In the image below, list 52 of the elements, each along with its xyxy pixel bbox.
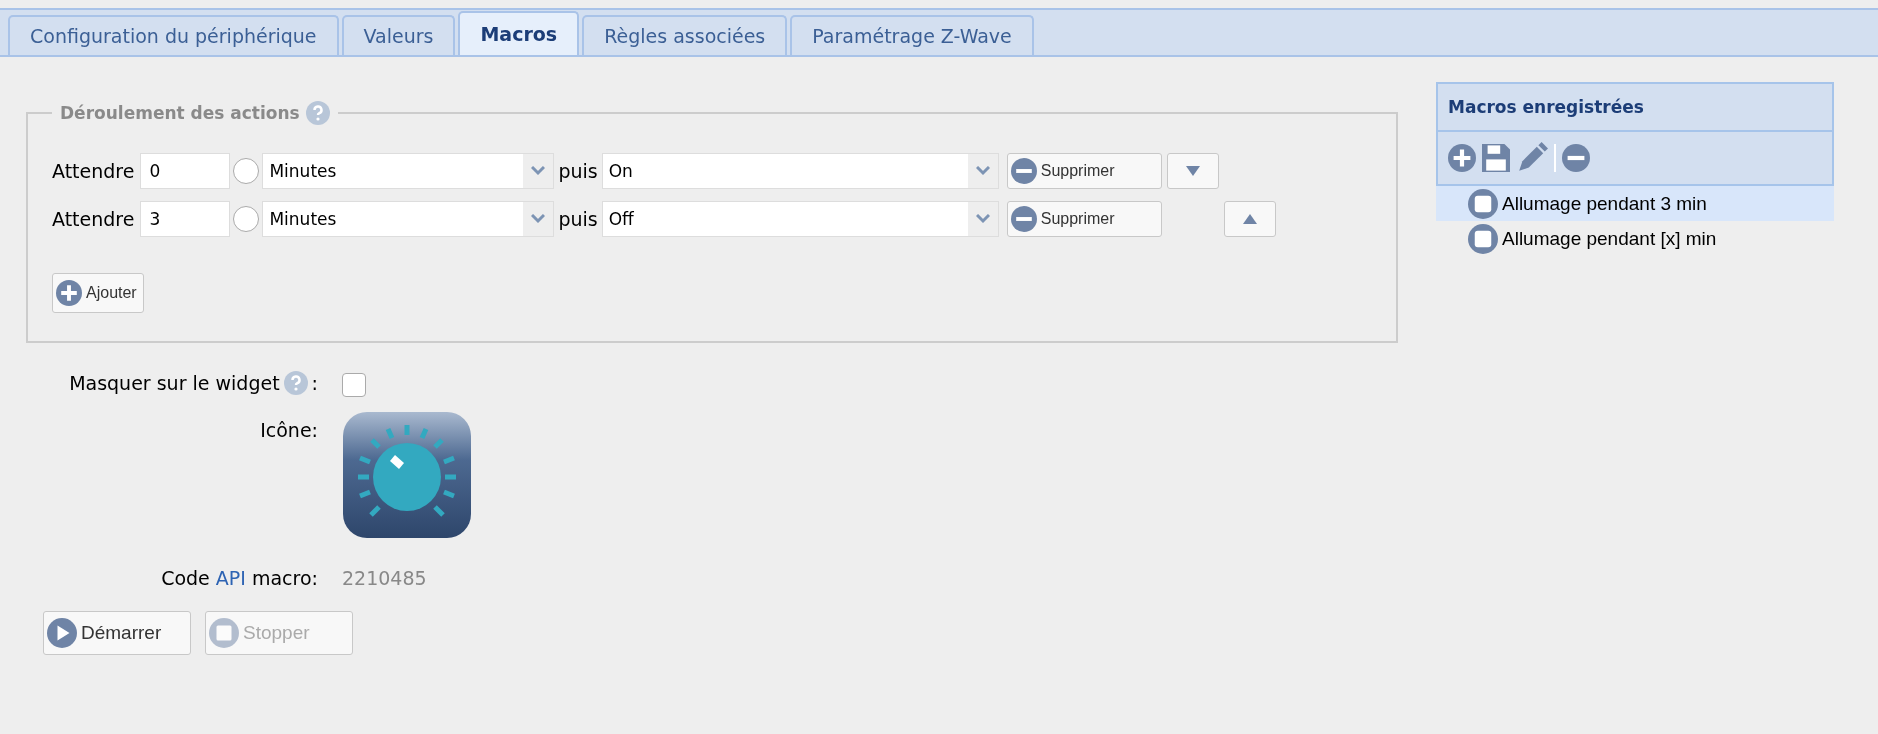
delete-button[interactable]: Supprimer <box>1006 201 1162 237</box>
triangle-up-icon <box>1241 213 1258 225</box>
macro-item[interactable]: Allumage pendant 3 min <box>1436 186 1834 221</box>
panel-title: Macros enregistrées <box>1436 82 1834 132</box>
api-code-label: Code API macro: <box>161 567 318 589</box>
tab[interactable]: Macros <box>458 11 580 55</box>
add-button[interactable]: Ajouter <box>52 273 144 313</box>
move-up-button[interactable] <box>1223 201 1276 237</box>
add-icon[interactable] <box>1448 144 1476 172</box>
tab[interactable]: Paramétrage Z-Wave <box>790 15 1034 55</box>
delete-button[interactable]: Supprimer <box>1006 153 1162 189</box>
plus-circle-icon <box>56 280 82 306</box>
colon-label: : <box>311 372 318 394</box>
then-label: puis <box>558 160 598 182</box>
icon-label: Icône: <box>260 419 318 441</box>
action-dropdown[interactable]: Off <box>601 201 999 237</box>
wait-label: Attendre <box>52 208 135 230</box>
chevron-down-icon <box>975 166 990 176</box>
chevron-down-icon <box>531 214 546 224</box>
save-icon[interactable] <box>1482 144 1510 172</box>
unit-dropdown[interactable]: Minutes <box>262 153 555 189</box>
api-code-value: 2210485 <box>342 567 428 589</box>
triangle-down-icon <box>1184 165 1201 177</box>
macro-icon <box>1468 188 1498 219</box>
checkbox[interactable] <box>342 373 366 397</box>
minus-circle-icon <box>1010 158 1037 184</box>
tab[interactable]: Règles associées <box>582 15 788 55</box>
tab[interactable]: Valeurs <box>341 15 456 55</box>
stop-icon <box>209 618 239 648</box>
tab[interactable]: Configuration du périphérique <box>8 15 339 55</box>
minus-circle-icon <box>1010 206 1037 232</box>
macro-icon <box>1468 223 1498 254</box>
move-down-button[interactable] <box>1166 153 1219 189</box>
unit-dropdown[interactable]: Minutes <box>262 201 555 237</box>
then-label: puis <box>558 208 598 230</box>
section-title: Déroulement des actions <box>60 103 300 123</box>
api-link[interactable]: API <box>215 567 246 589</box>
radio-button[interactable] <box>233 158 260 184</box>
delay-input[interactable]: 3 <box>140 201 231 237</box>
dial-icon[interactable] <box>342 411 472 539</box>
macro-item[interactable]: Allumage pendant [x] min <box>1436 221 1834 256</box>
delay-input[interactable]: 0 <box>140 153 231 189</box>
chevron-down-icon <box>975 214 990 224</box>
action-dropdown[interactable]: On <box>601 153 999 189</box>
play-icon <box>47 618 77 648</box>
start-button[interactable]: Démarrer <box>43 611 191 655</box>
pencil-icon[interactable] <box>1516 142 1548 174</box>
remove-icon[interactable] <box>1562 144 1590 172</box>
radio-button[interactable] <box>233 206 260 232</box>
chevron-down-icon <box>531 166 546 176</box>
wait-label: Attendre <box>52 160 135 182</box>
hide-label: Masquer sur le widget <box>69 372 280 394</box>
